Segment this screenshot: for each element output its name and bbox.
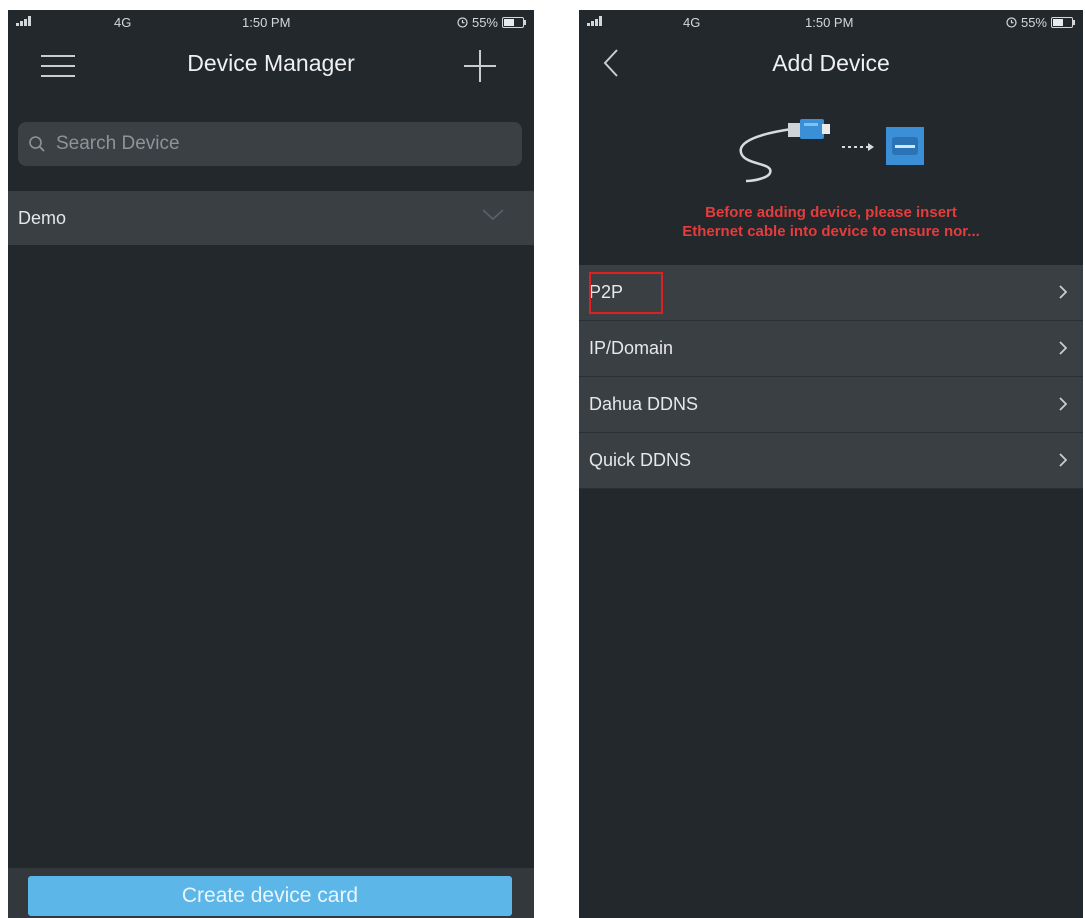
- status-time: 1:50 PM: [242, 15, 291, 30]
- method-label: Dahua DDNS: [589, 394, 699, 414]
- ethernet-illustration: [739, 119, 924, 183]
- status-bar: 4G 1:50 PM 55%: [8, 10, 534, 34]
- plus-icon[interactable]: [464, 50, 496, 82]
- bottom-bar: Create device card: [8, 868, 534, 918]
- battery-indicator: 55%: [457, 15, 526, 30]
- method-row-dahua-ddns[interactable]: Dahua DDNS: [579, 377, 1083, 433]
- alarm-icon: [457, 17, 468, 28]
- device-manager-screen: 4G 1:50 PM 55% Device Manager Demo: [8, 10, 534, 918]
- signal-icon: [587, 16, 602, 26]
- status-time: 1:50 PM: [805, 15, 854, 30]
- status-bar: 4G 1:50 PM 55%: [579, 10, 1083, 34]
- search-bar: [18, 122, 522, 166]
- battery-percent: 55%: [1020, 15, 1047, 30]
- alarm-icon: [1006, 17, 1017, 28]
- battery-fill: [1053, 19, 1063, 26]
- battery-indicator: 55%: [1006, 15, 1075, 30]
- navigation-bar: Add Device: [579, 34, 1083, 92]
- network-type: 4G: [114, 15, 132, 30]
- method-row-quick-ddns[interactable]: Quick DDNS: [579, 433, 1083, 489]
- chevron-right-icon[interactable]: [1059, 285, 1067, 299]
- chevron-right-icon[interactable]: [1059, 397, 1067, 411]
- method-row-p2p[interactable]: P2P: [579, 265, 1083, 321]
- search-icon: [29, 136, 45, 152]
- method-label: Quick DDNS: [589, 450, 692, 470]
- warning-line-2: Ethernet cable into device to ensure nor…: [682, 223, 980, 240]
- add-device-screen: 4G 1:50 PM 55% Add Device Before adding …: [579, 10, 1083, 918]
- page-title: Add Device: [772, 50, 890, 76]
- chevron-right-icon[interactable]: [1059, 453, 1067, 467]
- chevron-down-icon[interactable]: [482, 209, 504, 221]
- battery-icon: [502, 17, 526, 28]
- battery-percent: 55%: [471, 15, 498, 30]
- network-type: 4G: [683, 15, 701, 30]
- warning-line-1: Before adding device, please insert: [705, 204, 957, 221]
- create-device-card-button[interactable]: Create device card: [28, 876, 512, 916]
- navigation-bar: Device Manager: [8, 34, 534, 92]
- highlight-box: [589, 272, 663, 314]
- battery-icon: [1051, 17, 1075, 28]
- signal-icon: [16, 16, 31, 26]
- device-group-label: Demo: [18, 207, 67, 228]
- search-input[interactable]: [54, 132, 498, 156]
- method-row-ip-domain[interactable]: IP/Domain: [579, 321, 1083, 377]
- page-title: Device Manager: [187, 50, 355, 76]
- method-label: IP/Domain: [589, 338, 674, 358]
- battery-fill: [504, 19, 514, 26]
- ethernet-port-icon: [886, 127, 924, 165]
- ethernet-cable-icon: [739, 119, 830, 183]
- add-method-list: P2P IP/Domain Dahua DDNS Quick DDNS: [579, 265, 1083, 489]
- ethernet-warning: Before adding device, please insert Ethe…: [579, 203, 1083, 241]
- chevron-right-icon[interactable]: [1059, 341, 1067, 355]
- device-group-row[interactable]: Demo: [8, 191, 534, 245]
